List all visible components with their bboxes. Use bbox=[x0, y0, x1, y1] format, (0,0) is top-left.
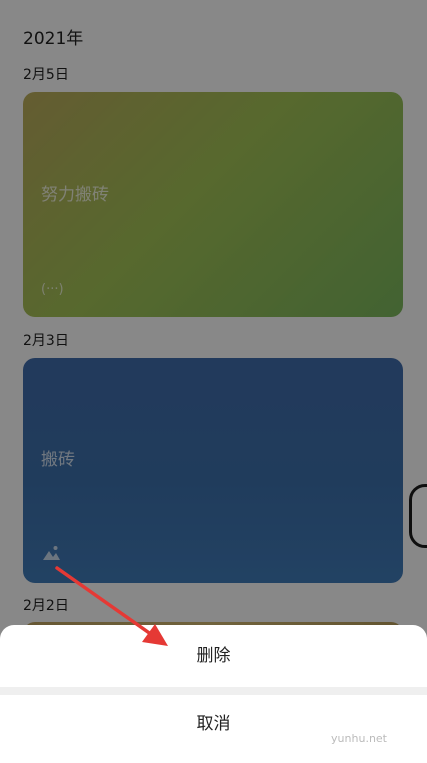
action-sheet: 删除 取消 yunhu.net bbox=[0, 625, 427, 763]
delete-button[interactable]: 删除 bbox=[0, 625, 427, 687]
sheet-divider bbox=[0, 687, 427, 695]
watermark: yunhu.net bbox=[331, 732, 387, 745]
cancel-button[interactable]: 取消 bbox=[0, 695, 427, 763]
